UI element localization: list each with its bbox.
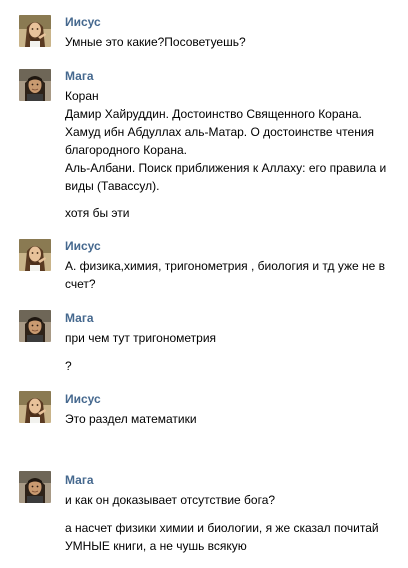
message-text: Это раздел математики	[65, 412, 197, 426]
message-text: УМНЫЕ книги, а не чушь всякую	[65, 539, 247, 553]
message-text: ?	[65, 359, 72, 373]
message-text: Коран	[65, 89, 99, 103]
message-text: А. физика,химия, тригонометрия , биологи…	[65, 259, 386, 273]
maga-avatar-icon	[19, 471, 51, 503]
message-author[interactable]: Иисус	[65, 239, 101, 253]
jesus-avatar-icon	[19, 15, 51, 47]
message-text: счет?	[65, 277, 96, 291]
message-text: при чем тут тригонометрия	[65, 331, 217, 345]
jesus-avatar[interactable]	[19, 239, 51, 271]
message-author[interactable]: Мага	[65, 311, 94, 325]
jesus-avatar-icon	[19, 391, 51, 423]
message-author[interactable]: Мага	[65, 473, 94, 487]
message-text: виды (Тавассул).	[65, 179, 160, 193]
message-text: и как он доказывает отсутствие бога?	[65, 493, 276, 507]
message-text: Хамуд ибн Абдуллах аль-Матар. О достоинс…	[65, 125, 375, 139]
jesus-avatar[interactable]	[19, 391, 51, 423]
maga-avatar[interactable]	[19, 310, 51, 342]
jesus-avatar-icon	[19, 239, 51, 271]
maga-avatar[interactable]	[19, 69, 51, 101]
message-author[interactable]: Иисус	[65, 15, 101, 29]
maga-avatar-icon	[19, 310, 51, 342]
message-text: хотя бы эти	[65, 206, 130, 220]
message-text: Умные это какие?Посоветуешь?	[65, 35, 246, 49]
message-text: а насчет физики химии и биологии, я же с…	[65, 521, 379, 535]
maga-avatar[interactable]	[19, 471, 51, 503]
jesus-avatar[interactable]	[19, 15, 51, 47]
message-text: Дамир Хайруддин. Достоинство Священного …	[65, 107, 362, 121]
maga-avatar-icon	[19, 69, 51, 101]
message-author[interactable]: Иисус	[65, 392, 101, 406]
message-text: благородного Корана.	[65, 143, 187, 157]
message-author[interactable]: Мага	[65, 69, 94, 83]
message-text: Аль-Албани. Поиск приближения к Аллаху: …	[65, 161, 387, 175]
